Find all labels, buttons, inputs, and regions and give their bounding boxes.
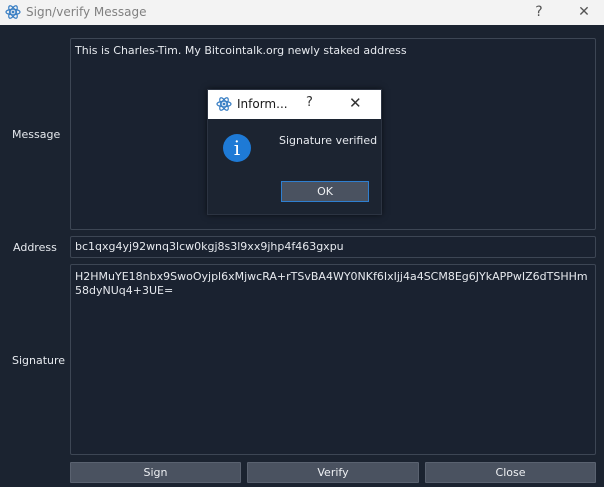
ok-button[interactable]: OK (281, 181, 369, 202)
information-dialog: Inform... ? ✕ i Signature verified OK (207, 89, 382, 215)
electrum-atom-icon (5, 5, 21, 19)
dialog-titlebar: Inform... ? ✕ (208, 90, 381, 119)
dialog-help-button[interactable]: ? (306, 95, 313, 110)
address-label: Address (13, 241, 57, 254)
info-icon: i (223, 134, 251, 162)
window-close-button[interactable]: ✕ (569, 2, 599, 22)
dialog-title: Inform... (237, 97, 288, 111)
help-button[interactable]: ? (524, 2, 554, 22)
window-title: Sign/verify Message (26, 5, 147, 19)
dialog-close-button[interactable]: ✕ (349, 94, 362, 112)
dialog-message: Signature verified (279, 134, 378, 147)
address-input[interactable]: bc1qxg4yj92wnq3lcw0kgj8s3l9xx9jhp4f463gx… (70, 236, 596, 258)
verify-button[interactable]: Verify (247, 462, 419, 483)
signature-label: Signature (12, 354, 66, 367)
message-label: Message (12, 128, 61, 141)
sign-button[interactable]: Sign (70, 462, 241, 483)
electrum-atom-icon (216, 97, 232, 111)
window-titlebar: Sign/verify Message ? ✕ (0, 0, 604, 25)
signature-textarea[interactable]: H2HMuYE18nbx9SwoOyjpl6xMjwcRA+rTSvBA4WY0… (70, 264, 596, 455)
close-button[interactable]: Close (425, 462, 596, 483)
